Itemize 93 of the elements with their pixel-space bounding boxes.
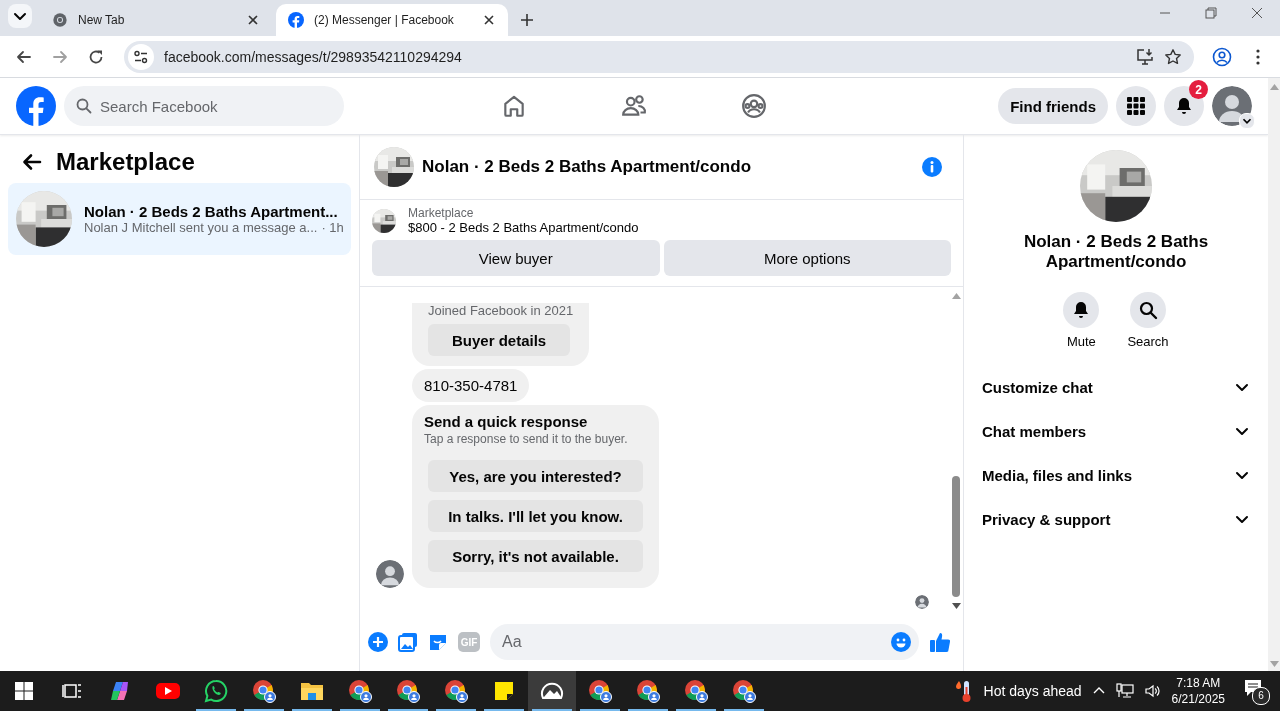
conversation-name: Nolan · 2 Beds 2 Baths Apartment/condo	[1022, 232, 1210, 272]
plus-icon[interactable]	[368, 632, 388, 652]
task-view-icon[interactable]	[62, 681, 82, 701]
chrome-icon[interactable]	[683, 678, 709, 704]
message-preview: Nolan J Mitchell sent you a message a...	[84, 220, 318, 235]
sticky-note-icon[interactable]	[494, 681, 514, 701]
more-icon[interactable]	[1256, 48, 1260, 65]
search-icon	[76, 98, 92, 114]
chat-title: Nolan · 2 Beds 2 Baths Apartment/condo	[422, 157, 753, 177]
scroll-thumb[interactable]	[952, 476, 960, 597]
info-icon[interactable]	[921, 156, 943, 178]
find-friends-button[interactable]: Find friends	[998, 88, 1108, 124]
profile-icon[interactable]	[1212, 46, 1232, 67]
section-header[interactable]: Chat members	[972, 409, 1260, 453]
message-input[interactable]: Aa	[490, 624, 919, 660]
play-icon[interactable]	[155, 681, 181, 701]
menu-icon	[1126, 96, 1146, 116]
restore-icon[interactable]	[1204, 6, 1218, 20]
weather-text[interactable]: Hot days ahead	[983, 683, 1082, 699]
section-header[interactable]: Media, files and links	[972, 453, 1260, 497]
close-icon[interactable]	[1250, 6, 1264, 20]
tab-title: (2) Messenger | Facebook	[314, 13, 455, 27]
tune-icon	[133, 48, 149, 65]
avatar	[1212, 86, 1252, 126]
section-header[interactable]: Privacy & support	[972, 497, 1260, 541]
buyer-details-button[interactable]: Buyer details	[428, 324, 571, 356]
sidebar-title: Marketplace	[56, 148, 195, 176]
browser-tab[interactable]: New Tab	[40, 4, 272, 36]
home-icon[interactable]	[501, 93, 527, 119]
message-bubble: 810-350-4781	[412, 369, 530, 402]
search-field[interactable]: Search Facebook	[64, 86, 344, 126]
joined-caption: Joined Facebook in 2021	[428, 303, 574, 318]
section-title: Chat members	[982, 422, 1087, 440]
chrome-icon[interactable]	[587, 678, 613, 704]
image-icon[interactable]	[398, 632, 418, 652]
new-tab-icon[interactable]	[520, 13, 534, 27]
facebook-icon	[288, 12, 304, 28]
section-title: Privacy & support	[982, 510, 1111, 528]
tab-search-button[interactable]	[8, 4, 32, 28]
action-button[interactable]: View buyer	[372, 240, 660, 276]
section-header[interactable]: Customize chat	[972, 365, 1260, 409]
listing-title: $800 - 2 Beds 2 Baths Apartment/condo	[408, 220, 639, 235]
action-button[interactable]: More options	[663, 240, 951, 276]
chrome-icon[interactable]	[251, 678, 277, 704]
listing-label: Marketplace	[408, 206, 475, 220]
conversation-item[interactable]: Nolan · 2 Beds 2 Baths Apartment... Nolan J Mitchell sent you a message a... · 1h	[8, 183, 351, 255]
chrome-icon[interactable]	[347, 678, 373, 704]
avatar	[376, 560, 404, 588]
url-text: facebook.com/messages/t/29893542110294294	[164, 48, 463, 65]
search-icon	[1138, 300, 1158, 320]
message-time: · 1h	[321, 220, 344, 235]
notification-center-button[interactable]: 6	[1243, 677, 1270, 705]
windows-icon[interactable]	[15, 682, 33, 700]
conversation-title: Nolan · 2 Beds 2 Baths Apartment...	[84, 203, 339, 220]
account-menu-button[interactable]	[1239, 113, 1255, 129]
tab-title: New Tab	[78, 13, 126, 27]
notification-count: 2	[1189, 80, 1208, 99]
thumbs-up-icon[interactable]	[929, 631, 951, 653]
chrome-icon[interactable]	[731, 678, 757, 704]
site-info-button[interactable]	[128, 43, 154, 70]
address-bar[interactable]: facebook.com/messages/t/29893542110294294	[124, 40, 1194, 73]
back-arrow-icon[interactable]	[22, 152, 42, 172]
avatar	[915, 595, 929, 609]
chrome-icon[interactable]	[635, 678, 661, 704]
star-icon[interactable]	[1164, 47, 1182, 66]
folder-icon[interactable]	[300, 680, 324, 702]
quick-reply-button[interactable]: Yes, are you interested?	[428, 460, 643, 492]
scroll-down-icon[interactable]	[951, 603, 961, 609]
quick-response-hint: Tap a response to send it to the buyer.	[424, 432, 629, 446]
bell-icon	[1174, 96, 1194, 116]
groups-icon[interactable]	[741, 93, 767, 119]
quick-reply-button[interactable]: In talks. I'll let you know.	[428, 500, 643, 532]
browser-tab[interactable]: (2) Messenger | Facebook	[276, 4, 508, 36]
chat-bubble-icon[interactable]	[204, 679, 228, 703]
chrome-icon	[52, 12, 68, 28]
chrome-icon[interactable]	[395, 678, 421, 704]
sticker-icon[interactable]	[428, 632, 448, 652]
network-icon[interactable]	[1115, 683, 1134, 699]
close-icon[interactable]	[246, 13, 260, 27]
facebook-logo-icon[interactable]	[16, 86, 56, 126]
close-icon[interactable]	[482, 13, 496, 27]
install-icon[interactable]	[1136, 47, 1154, 66]
menu-button[interactable]	[1116, 86, 1156, 126]
clock[interactable]: 7:18 AM 6/21/2025	[1171, 675, 1225, 707]
volume-icon[interactable]	[1143, 683, 1162, 699]
section-title: Customize chat	[982, 378, 1093, 396]
notifications-button[interactable]	[1164, 86, 1204, 126]
chrome-icon[interactable]	[443, 678, 469, 704]
section-title: Media, files and links	[982, 466, 1133, 484]
quick-reply-button[interactable]: Sorry, it's not available.	[428, 540, 643, 572]
quick-response-title: Send a quick response	[424, 413, 589, 430]
emoji-icon[interactable]	[891, 632, 911, 652]
friends-icon[interactable]	[621, 93, 647, 119]
